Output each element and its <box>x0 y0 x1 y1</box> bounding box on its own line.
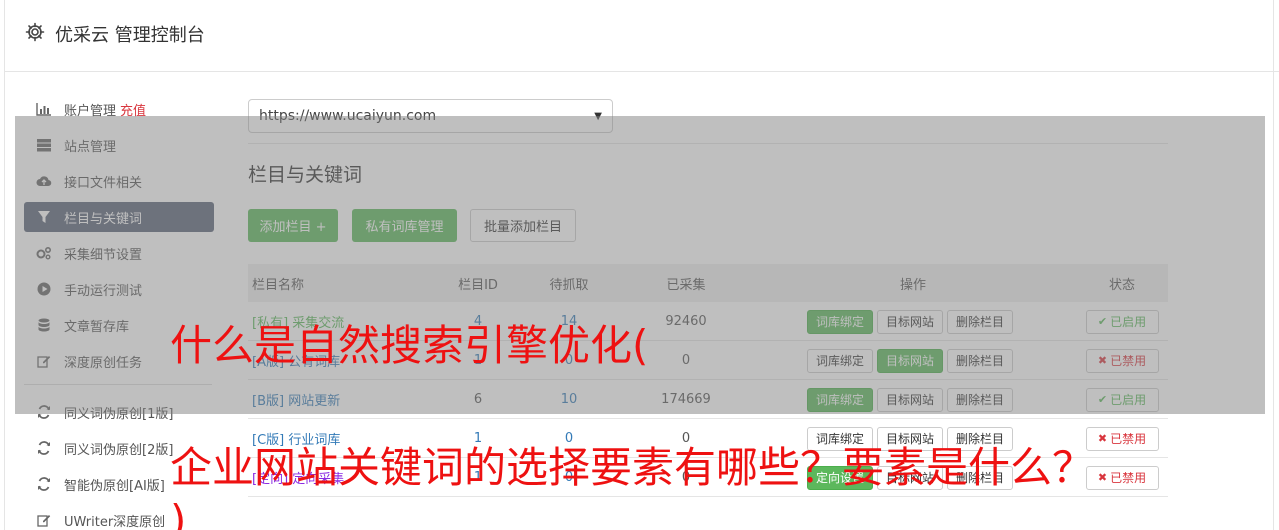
close-icon: ✖ <box>1097 471 1108 484</box>
status-toggle[interactable]: ✖已禁用 <box>1085 426 1159 451</box>
sidebar-item-label: 同义词伪原创[2版] <box>64 442 174 458</box>
watermark-line-1: 什么是自然搜索引擎优化( <box>170 321 649 370</box>
status-cell: ✖已禁用 <box>1084 458 1160 497</box>
top-bar: 优采云 管理控制台 <box>4 0 1279 72</box>
refresh-icon <box>36 440 52 456</box>
sidebar-item-label: UWriter深度原创 <box>64 514 166 530</box>
status-cell: ✖已禁用 <box>1084 419 1160 458</box>
refresh-icon <box>36 476 52 492</box>
frame-border-right <box>1273 0 1274 530</box>
bar-chart-icon <box>36 101 52 117</box>
status-toggle[interactable]: ✖已禁用 <box>1085 465 1159 490</box>
console-title: 优采云 管理控制台 <box>55 25 205 46</box>
watermark-line-2: 企业网站关键词的选择要素有哪些？要素是什么？ <box>170 443 1095 492</box>
status-label: 已禁用 <box>1110 471 1147 485</box>
watermark-line-3: ) <box>170 496 187 530</box>
frame-border-left <box>4 72 5 530</box>
status-label: 已禁用 <box>1110 432 1147 446</box>
sidebar-item-label: 智能伪原创[AI版] <box>64 478 165 494</box>
gear-icon <box>25 22 45 42</box>
edit-icon <box>36 512 52 528</box>
close-icon: ✖ <box>1097 432 1108 445</box>
